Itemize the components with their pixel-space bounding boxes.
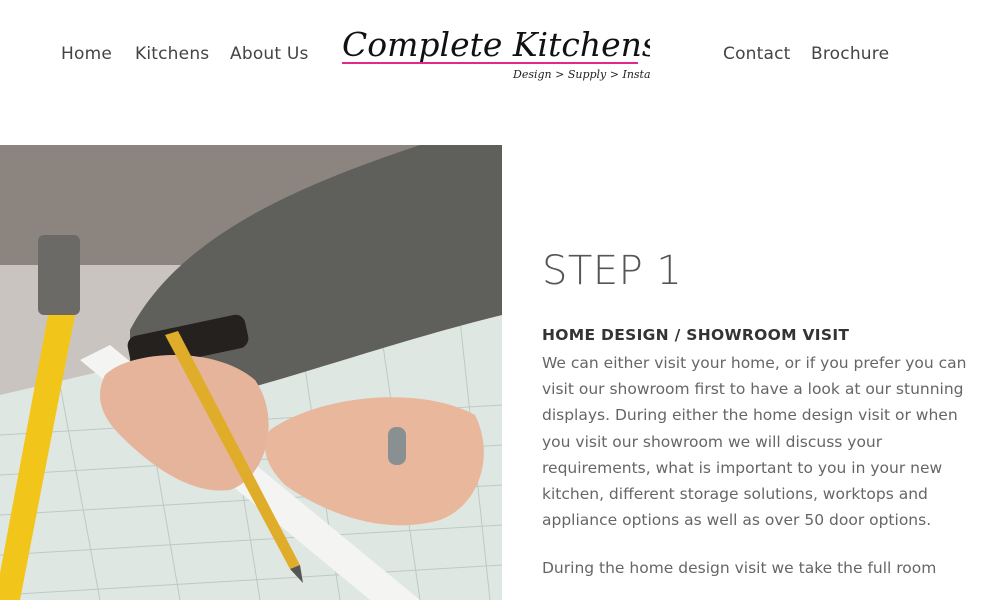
logo-graphic: Complete Kitchens Ely Design > Supply > … (342, 25, 650, 81)
kitchen-design-photo (0, 145, 502, 600)
nav-contact[interactable]: Contact (723, 44, 791, 64)
step-title: STEP 1 (542, 248, 683, 294)
photo-illustration (0, 145, 502, 600)
nav-brochure[interactable]: Brochure (811, 44, 889, 64)
logo[interactable]: Complete Kitchens Ely Design > Supply > … (338, 22, 650, 88)
nav-kitchens[interactable]: Kitchens (135, 44, 209, 64)
step-description: We can either visit your home, or if you… (542, 354, 967, 530)
site-header: Home Kitchens About Us Complete Kitchens… (0, 0, 1000, 112)
section-heading: HOME DESIGN / SHOWROOM VISIT (542, 326, 850, 344)
nav-about-us[interactable]: About Us (230, 44, 309, 64)
step-content: STEP 1 HOME DESIGN / SHOWROOM VISIT We c… (542, 245, 972, 582)
nav-home[interactable]: Home (61, 44, 112, 64)
logo-title: Complete Kitchens Ely (342, 25, 650, 64)
logo-tagline: Design > Supply > Install (512, 68, 650, 81)
step-description-continued: During the home design visit we take the… (542, 559, 937, 578)
